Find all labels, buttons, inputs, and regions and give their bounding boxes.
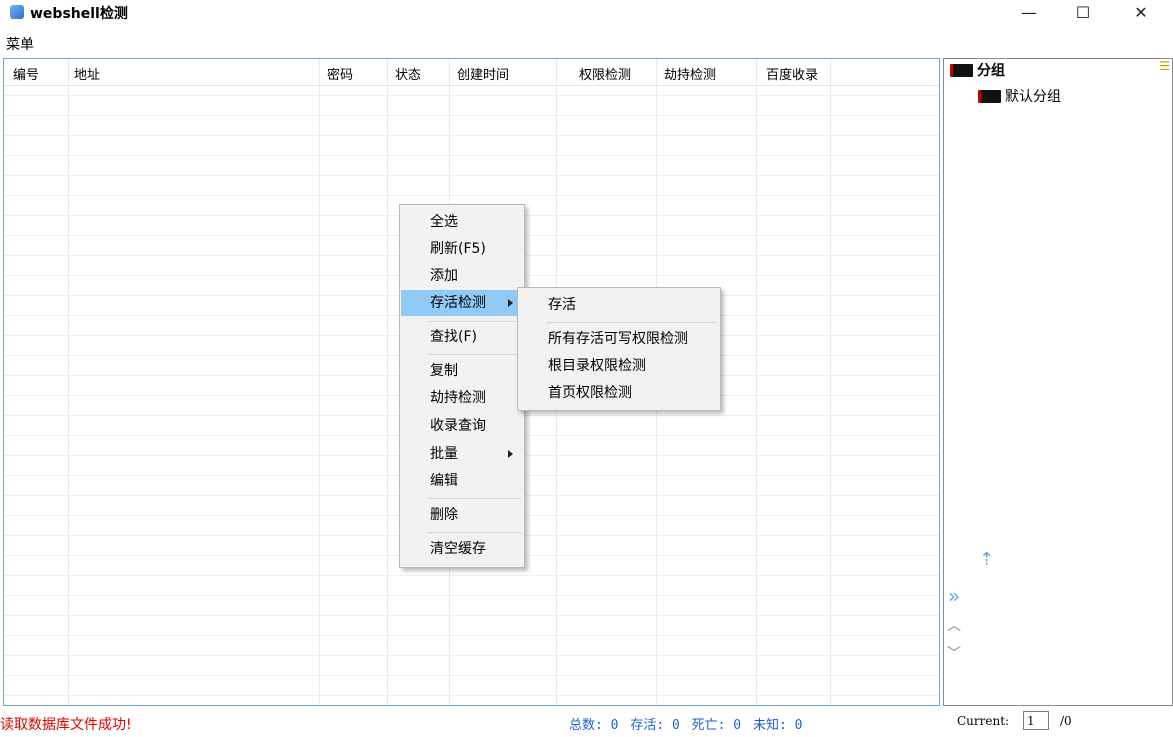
table-row [4,655,939,656]
current-page-input[interactable]: 1 [1023,711,1049,730]
stats-summary: 总数: 0 存活: 0 死亡: 0 未知: 0 [569,714,806,733]
menu-item-add[interactable]: 添加 [401,263,523,289]
menu-item-delete[interactable]: 删除 [401,502,523,528]
current-label: Current: [957,714,1010,728]
stat-alive: 存活: 0 [630,718,680,733]
header-address[interactable]: 地址 [74,64,100,83]
menu-item-batch[interactable]: 批量 [401,441,523,467]
table-row [4,175,939,176]
menu-item-find[interactable]: 查找(F) [401,324,523,350]
header-password[interactable]: 密码 [327,64,353,83]
header-status[interactable]: 状态 [395,64,421,83]
app-icon [10,5,24,19]
table-row [4,615,939,616]
close-button[interactable]: ✕ [1118,0,1164,28]
submenu-item-all-writable-check[interactable]: 所有存活可写权限检测 [519,326,719,352]
status-message: 读取数据库文件成功! [0,717,132,733]
submenu-arrow-icon [508,299,513,307]
stat-unknown: 未知: 0 [752,718,803,733]
group-panel: 分组 默认分组 ☰ ⇡ » ︿ ﹀ [943,58,1173,706]
menu-item-copy[interactable]: 复制 [401,358,523,384]
menu-separator [428,321,521,322]
submenu-item-homepage-check[interactable]: 首页权限检测 [519,380,719,406]
table-row [4,635,939,636]
tree-root-group[interactable]: 分组 [950,60,1005,80]
table-row [4,115,939,116]
tree-item-default-group[interactable]: 默认分组 [978,86,1061,106]
list-icon[interactable]: ☰ [1159,59,1170,73]
table-row [4,135,939,136]
menu-bar: 菜单 [0,32,1173,54]
chevron-up-icon[interactable]: ︿ [947,615,961,635]
table-row [4,195,939,196]
table-row [4,155,939,156]
status-bar: 读取数据库文件成功! 总数: 0 存活: 0 死亡: 0 未知: 0 Curre… [0,706,1173,737]
stat-dead: 死亡: 0 [691,718,742,733]
window-title: webshell检测 [30,6,128,22]
minimize-button[interactable]: — [1006,0,1052,28]
menu-separator [428,498,521,499]
header-id[interactable]: 编号 [13,64,39,83]
menu-separator [428,354,521,355]
menu-separator [428,532,521,533]
upload-icon[interactable]: ⇡ [979,549,994,570]
alive-check-submenu: 存活 所有存活可写权限检测 根目录权限检测 首页权限检测 [517,287,721,411]
menu-item-clear-cache[interactable]: 清空缓存 [401,536,523,562]
total-pages: /0 [1060,714,1072,728]
double-chevron-right-icon[interactable]: » [948,584,960,608]
table-row [4,575,939,576]
menu-main[interactable]: 菜单 [6,34,34,54]
submenu-item-root-check[interactable]: 根目录权限检测 [519,353,719,379]
chevron-down-icon[interactable]: ﹀ [947,643,961,663]
submenu-item-alive[interactable]: 存活 [519,292,719,318]
header-baidu[interactable]: 百度收录 [766,64,818,83]
menu-item-alive-check[interactable]: 存活检测 [401,290,523,316]
maximize-button[interactable]: ☐ [1060,0,1106,28]
table-row [4,95,939,96]
menu-item-select-all[interactable]: 全选 [401,209,523,235]
stat-total: 总数: 0 [569,718,619,733]
header-hijack[interactable]: 劫持检测 [664,64,716,83]
context-menu: 全选 刷新(F5) 添加 存活检测 查找(F) 复制 劫持检测 收录查询 批量 … [399,204,525,568]
menu-item-refresh[interactable]: 刷新(F5) [401,236,523,262]
table-row [4,595,939,596]
table-row [4,695,939,696]
menu-item-index-query[interactable]: 收录查询 [401,413,523,439]
folder-icon [950,63,973,77]
header-permission[interactable]: 权限检测 [579,64,631,83]
table-header: 编号 地址 密码 状态 创建时间 权限检测 劫持检测 百度收录 [4,59,939,86]
tree-child-label: 默认分组 [1005,89,1061,105]
menu-item-hijack-check[interactable]: 劫持检测 [401,385,523,411]
table-row [4,675,939,676]
menu-item-edit[interactable]: 编辑 [401,468,523,494]
menu-separator [546,322,717,323]
tree-root-label: 分组 [977,63,1005,79]
submenu-arrow-icon [508,450,513,458]
header-created[interactable]: 创建时间 [457,64,509,83]
folder-icon [978,89,1001,103]
title-bar: webshell检测 — ☐ ✕ [0,0,1173,28]
